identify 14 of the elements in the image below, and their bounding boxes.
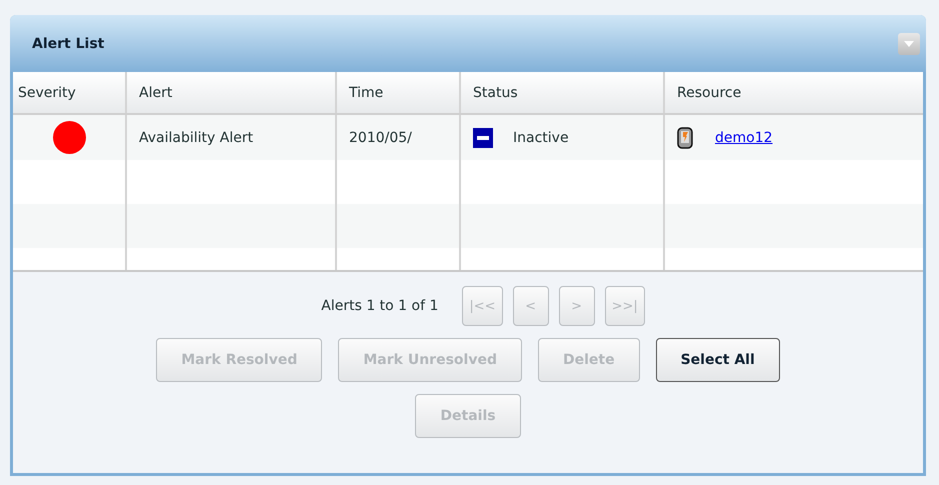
server-icon xyxy=(677,126,693,148)
column-header[interactable]: Alert xyxy=(127,72,337,113)
column-header[interactable]: Resource xyxy=(665,72,923,113)
resource-link[interactable]: demo12 xyxy=(715,130,773,146)
column-header[interactable]: Time xyxy=(337,72,461,113)
column-header[interactable]: Status xyxy=(461,72,665,113)
dropdown-icon[interactable] xyxy=(898,32,920,54)
status-label: Inactive xyxy=(513,130,569,146)
action-button[interactable]: Select All xyxy=(656,338,780,382)
panel-title: Alert List xyxy=(32,36,104,52)
table-cell: 2010/05/ xyxy=(337,115,461,160)
table-cell: Availability Alert xyxy=(127,115,337,160)
pagination-summary: Alerts 1 to 1 of 1 xyxy=(321,298,438,314)
column-header[interactable]: Severity xyxy=(13,72,127,113)
